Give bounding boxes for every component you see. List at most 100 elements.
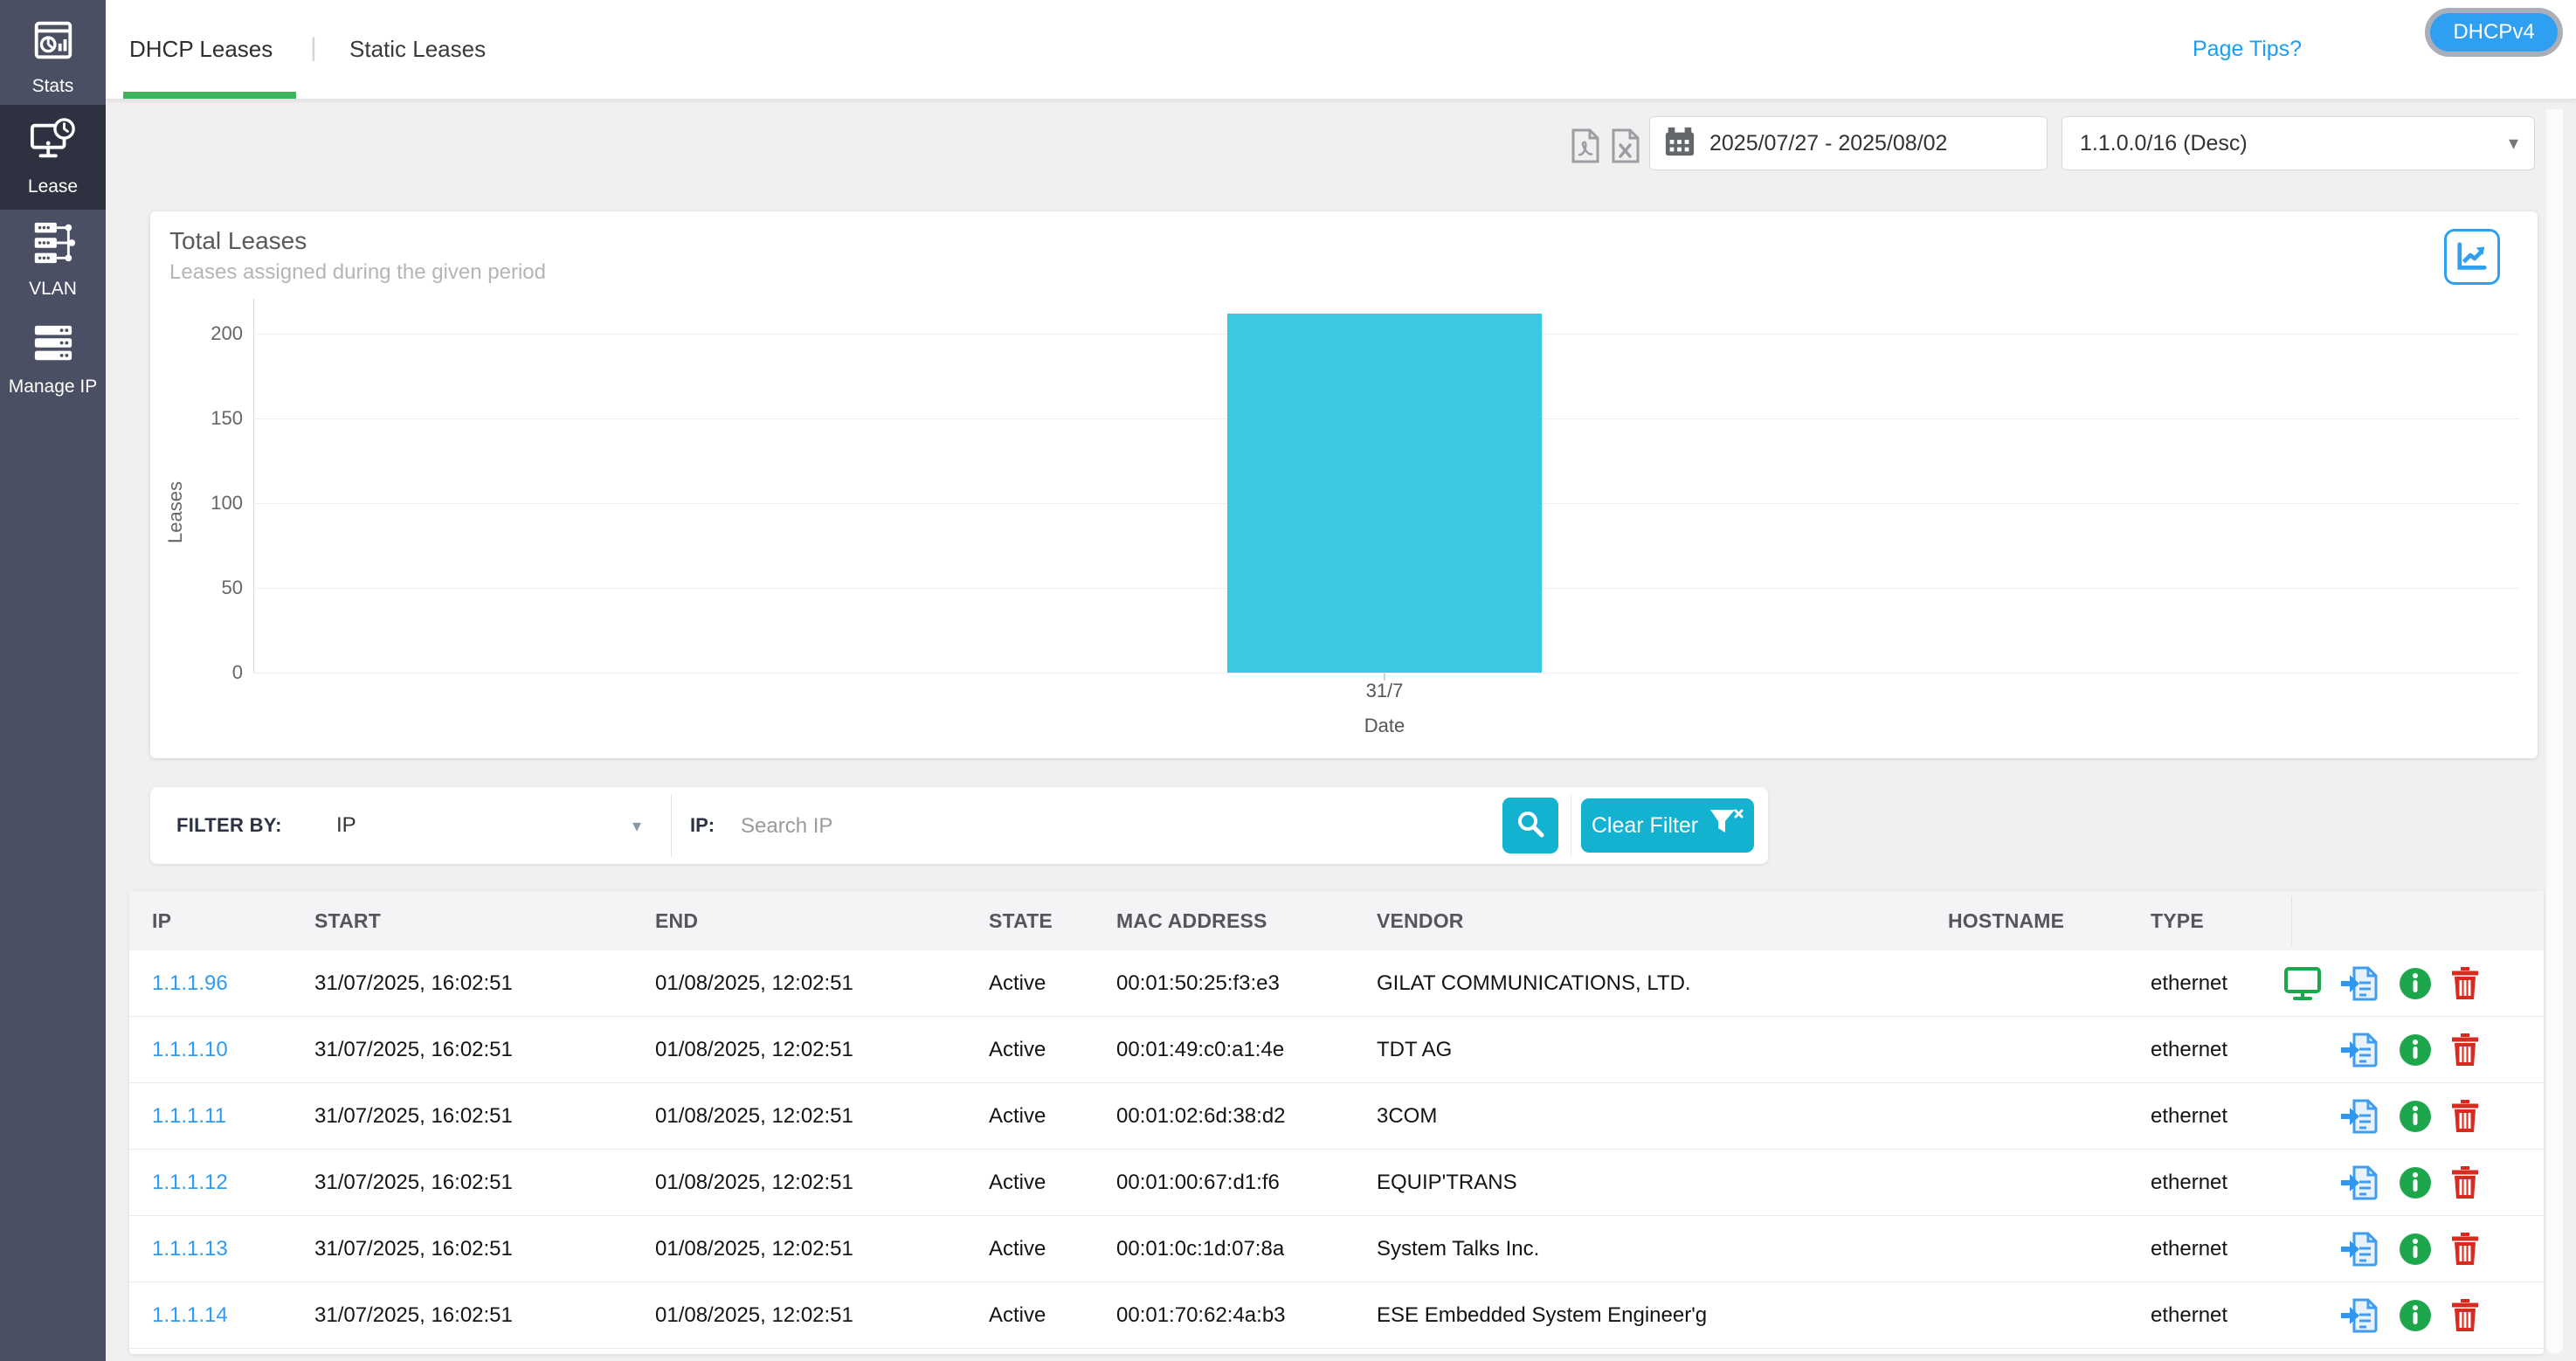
state-cell: Active — [989, 950, 1046, 1016]
lease-end-cell: 01/08/2025, 12:02:51 — [655, 1083, 853, 1149]
info-icon[interactable] — [2399, 1233, 2432, 1266]
convert-to-static-icon[interactable] — [2339, 1031, 2381, 1069]
clear-filter-label: Clear Filter — [1592, 813, 1698, 839]
column-header-vendor: VENDOR — [1377, 891, 1464, 950]
type-cell: ethernet — [2151, 950, 2227, 1016]
ip-link[interactable]: 1.1.1.96 — [152, 950, 228, 1016]
lease-icon — [29, 117, 78, 169]
row-actions — [2291, 1216, 2544, 1282]
table-row: 1.1.1.12 31/07/2025, 16:02:51 01/08/2025… — [129, 1150, 2544, 1216]
ip-link[interactable]: 1.1.1.13 — [152, 1216, 228, 1282]
vlan-icon — [30, 219, 77, 271]
y-tick-label: 150 — [150, 407, 243, 430]
y-axis-label: Leases — [164, 430, 187, 543]
convert-to-static-icon[interactable] — [2339, 1296, 2381, 1335]
page-tips-link[interactable]: Page Tips? — [2193, 0, 2302, 98]
date-range-input[interactable] — [1708, 130, 2026, 157]
info-icon[interactable] — [2399, 1033, 2432, 1067]
vendor-cell: System Talks Inc. — [1377, 1216, 1539, 1282]
sidebar-item-stats[interactable]: Stats — [0, 9, 106, 105]
info-icon[interactable] — [2399, 1299, 2432, 1332]
filter-by-select[interactable]: IP — [336, 787, 660, 864]
state-cell: Active — [989, 1216, 1046, 1282]
column-header-state: STATE — [989, 891, 1053, 950]
active-tab-underline — [123, 92, 296, 99]
table-row: 1.1.1.10 31/07/2025, 16:02:51 01/08/2025… — [129, 1017, 2544, 1083]
column-header-mac: MAC ADDRESS — [1116, 891, 1267, 950]
row-actions — [2291, 1083, 2544, 1149]
tab-dhcp-leases[interactable]: DHCP Leases — [129, 0, 273, 98]
chevron-down-icon[interactable]: ▾ — [632, 787, 641, 864]
calendar-icon — [1664, 126, 1695, 162]
sidebar-item-lease[interactable]: Lease — [0, 105, 106, 210]
table-row: 1.1.1.14 31/07/2025, 16:02:51 01/08/2025… — [129, 1282, 2544, 1349]
delete-icon[interactable] — [2449, 966, 2481, 1001]
row-actions — [2291, 1017, 2544, 1082]
table-row: 1.1.1.96 31/07/2025, 16:02:51 01/08/2025… — [129, 950, 2544, 1017]
vertical-scrollbar[interactable] — [2546, 109, 2563, 1354]
remote-session-icon[interactable] — [2283, 966, 2322, 1001]
table-row: 1.1.1.13 31/07/2025, 16:02:51 01/08/2025… — [129, 1216, 2544, 1282]
y-tick-label: 0 — [150, 661, 243, 684]
type-cell: ethernet — [2151, 1017, 2227, 1082]
lease-start-cell: 31/07/2025, 16:02:51 — [314, 1083, 513, 1149]
sidebar-item-manage-ip[interactable]: Manage IP — [0, 309, 106, 411]
date-range-picker[interactable] — [1649, 116, 2048, 170]
lease-start-cell: 31/07/2025, 16:02:51 — [314, 1282, 513, 1348]
info-icon[interactable] — [2399, 1166, 2432, 1199]
chart-plot: Leases 05010015020031/7Date — [150, 211, 2538, 758]
lease-end-cell: 01/08/2025, 12:02:51 — [655, 1150, 853, 1215]
lease-end-cell: 01/08/2025, 12:02:51 — [655, 1282, 853, 1348]
state-cell: Active — [989, 1150, 1046, 1215]
ip-link[interactable]: 1.1.1.14 — [152, 1282, 228, 1348]
filter-field-label: IP: — [690, 787, 715, 864]
row-actions — [2291, 1150, 2544, 1215]
convert-to-static-icon[interactable] — [2339, 1164, 2381, 1202]
gridline — [253, 673, 2519, 674]
export-xls-icon[interactable] — [1611, 128, 1640, 164]
subnet-selector[interactable]: 1.1.0.0/16 (Desc) ▾ — [2061, 116, 2535, 170]
tab-label: DHCP Leases — [129, 36, 273, 63]
delete-icon[interactable] — [2449, 1165, 2481, 1200]
type-cell: ethernet — [2151, 1150, 2227, 1215]
convert-to-static-icon[interactable] — [2339, 1230, 2381, 1268]
tab-static-leases[interactable]: Static Leases — [349, 0, 486, 98]
filter-bar: FILTER BY: IP ▾ IP: Clear Filter — [150, 787, 1768, 864]
convert-to-static-icon[interactable] — [2339, 964, 2381, 1003]
export-pdf-icon[interactable] — [1571, 128, 1600, 164]
convert-to-static-icon[interactable] — [2339, 1097, 2381, 1136]
dhcp-version-badge[interactable]: DHCPv4 — [2425, 8, 2563, 57]
lease-start-cell: 31/07/2025, 16:02:51 — [314, 950, 513, 1016]
sidebar-item-vlan[interactable]: VLAN — [0, 210, 106, 309]
mac-address-cell: 00:01:02:6d:38:d2 — [1116, 1083, 1286, 1149]
delete-icon[interactable] — [2449, 1033, 2481, 1067]
subnet-selector-value: 1.1.0.0/16 (Desc) — [2080, 131, 2509, 156]
delete-icon[interactable] — [2449, 1099, 2481, 1134]
search-button[interactable] — [1502, 798, 1558, 853]
info-icon[interactable] — [2399, 967, 2432, 1000]
lease-end-cell: 01/08/2025, 12:02:51 — [655, 1216, 853, 1282]
info-icon[interactable] — [2399, 1100, 2432, 1133]
ip-link[interactable]: 1.1.1.10 — [152, 1017, 228, 1082]
clear-filter-button[interactable]: Clear Filter — [1581, 798, 1754, 853]
funnel-x-icon — [1709, 808, 1744, 844]
ip-link[interactable]: 1.1.1.12 — [152, 1150, 228, 1215]
mac-address-cell: 00:01:50:25:f3:e3 — [1116, 950, 1280, 1016]
sidebar-item-label: Stats — [32, 76, 74, 97]
lease-start-cell: 31/07/2025, 16:02:51 — [314, 1150, 513, 1215]
search-ip-input[interactable] — [739, 799, 1459, 853]
y-tick-label: 100 — [150, 492, 243, 515]
y-axis-line — [253, 299, 254, 674]
state-cell: Active — [989, 1282, 1046, 1348]
vendor-cell: EQUIP'TRANS — [1377, 1150, 1517, 1215]
sidebar-item-label: Manage IP — [9, 377, 98, 397]
filter-by-label: FILTER BY: — [176, 787, 282, 864]
y-tick-label: 50 — [150, 577, 243, 599]
delete-icon[interactable] — [2449, 1298, 2481, 1333]
delete-icon[interactable] — [2449, 1232, 2481, 1267]
state-cell: Active — [989, 1017, 1046, 1082]
lease-end-cell: 01/08/2025, 12:02:51 — [655, 950, 853, 1016]
ip-link[interactable]: 1.1.1.11 — [152, 1083, 226, 1149]
stats-icon — [30, 17, 77, 68]
column-header-start: START — [314, 891, 381, 950]
